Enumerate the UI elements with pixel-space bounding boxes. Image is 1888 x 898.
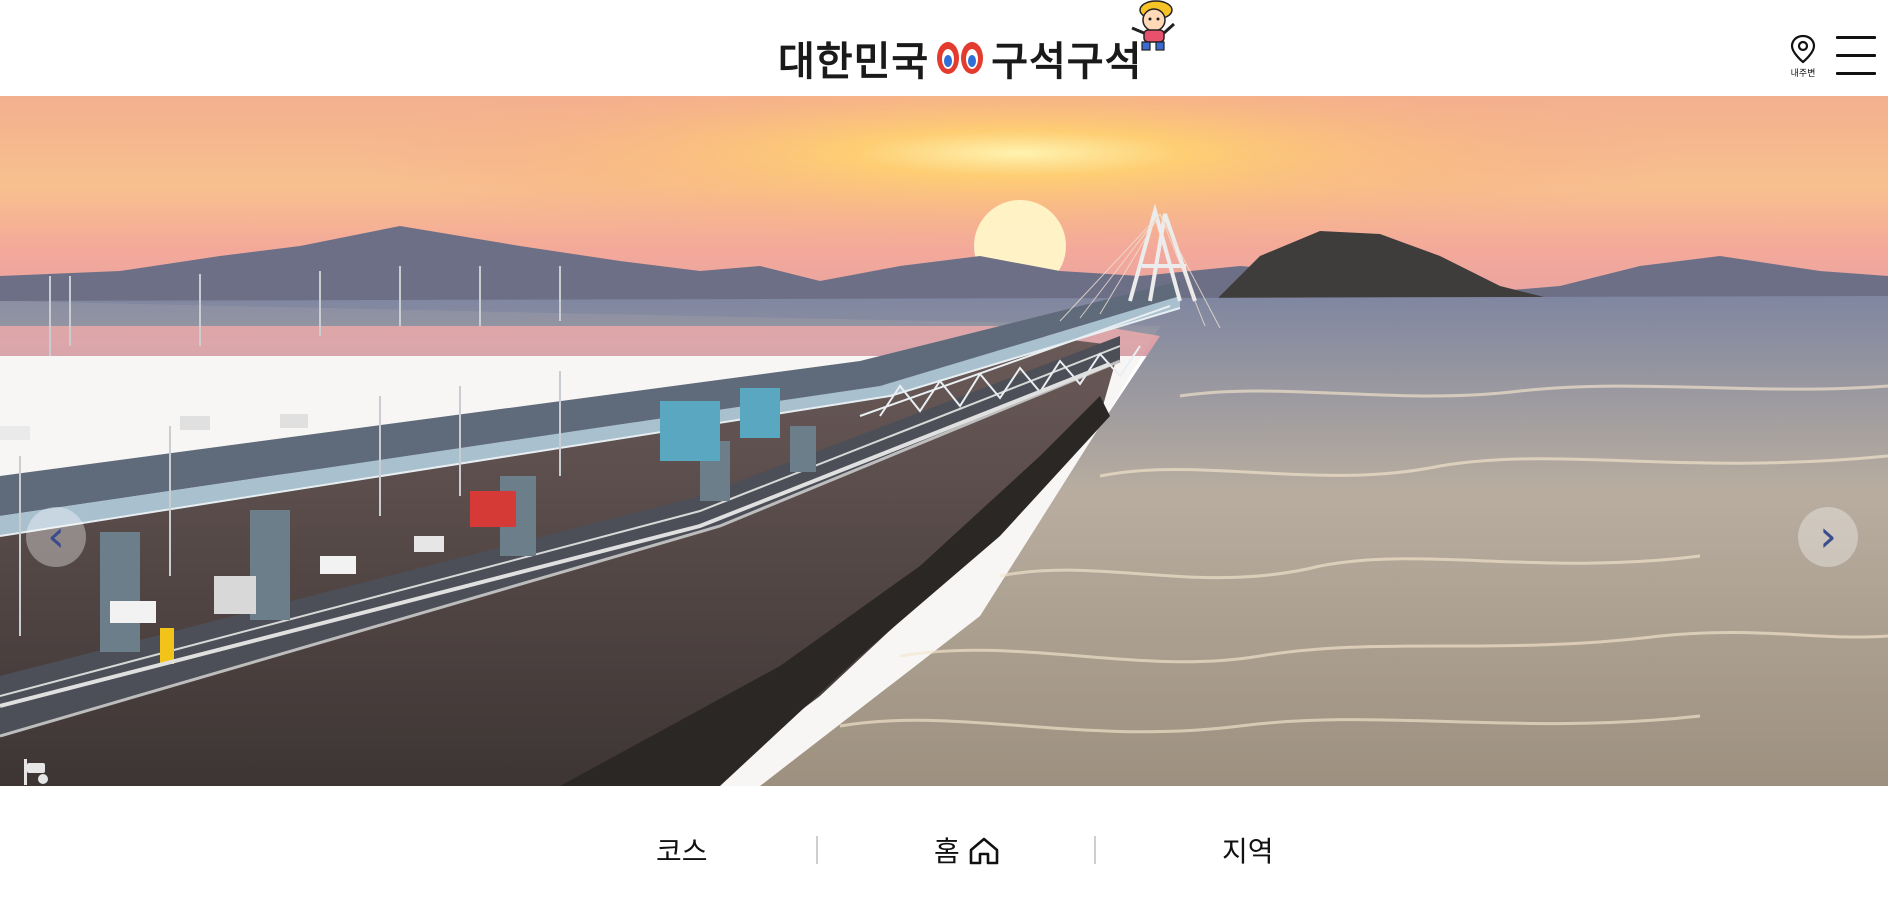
hamburger-menu-button[interactable] bbox=[1836, 36, 1878, 76]
nav-home[interactable]: 홈 bbox=[934, 830, 1000, 870]
carousel-prev-button[interactable]: ‹ bbox=[26, 507, 86, 567]
logo-text-left: 대한민국 bbox=[778, 39, 930, 85]
nav-course[interactable]: 코스 bbox=[656, 830, 708, 870]
nav-region[interactable]: 지역 bbox=[1222, 830, 1274, 870]
nav-divider bbox=[1094, 836, 1096, 864]
carousel-next-button[interactable]: › bbox=[1798, 507, 1858, 567]
nav-course-label: 코스 bbox=[656, 835, 708, 868]
nearby-label: 내주변 bbox=[1790, 69, 1816, 79]
mascot-character-icon bbox=[1131, 0, 1176, 51]
nav-region-label: 지역 bbox=[1222, 835, 1274, 868]
camera-icon bbox=[24, 759, 48, 785]
bridge-sunset-tidal-flat-photo bbox=[0, 96, 1888, 786]
nav-divider bbox=[816, 836, 818, 864]
site-header: 대한민국 구석구석 내주변 bbox=[0, 0, 1888, 96]
home-icon bbox=[969, 837, 999, 865]
chevron-left-icon: ‹ bbox=[47, 511, 65, 562]
nav-home-label: 홈 bbox=[934, 835, 960, 868]
bottom-navigation: 코스 홈 지역 bbox=[0, 786, 1888, 898]
site-logo[interactable]: 대한민국 구석구석 bbox=[778, 28, 1142, 88]
chevron-right-icon: › bbox=[1819, 511, 1837, 562]
nearby-location-button[interactable]: 내주변 bbox=[1780, 34, 1826, 80]
hero-banner: ‹ › bbox=[0, 96, 1888, 786]
map-pin-icon bbox=[1790, 34, 1816, 64]
footprints-logo-icon bbox=[937, 42, 984, 74]
